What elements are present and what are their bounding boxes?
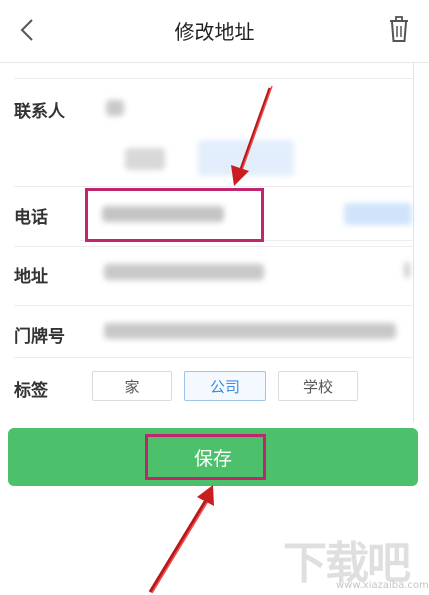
header-bar: 修改地址: [0, 0, 429, 62]
divider: [14, 186, 414, 187]
door-number-value[interactable]: [104, 323, 396, 339]
save-button-label: 保存: [193, 448, 232, 470]
gender-option[interactable]: [125, 148, 165, 170]
divider: [413, 62, 414, 422]
contact-label: 联系人: [14, 102, 65, 122]
phone-value[interactable]: [102, 206, 224, 222]
trash-icon[interactable]: [384, 13, 414, 45]
arrow-up-icon: [148, 485, 214, 594]
door-number-label: 门牌号: [14, 327, 65, 347]
divider: [14, 246, 414, 247]
divider: [14, 78, 414, 79]
divider: [14, 305, 414, 306]
tag-label: 标签: [14, 381, 48, 401]
address-value[interactable]: [104, 264, 264, 280]
watermark-url: www.xiazaiba.com: [336, 580, 429, 591]
annotation-arrows: [148, 85, 273, 594]
page-title: 修改地址: [174, 20, 255, 44]
phone-label: 电话: [14, 208, 48, 228]
chevron-right-icon: [404, 262, 410, 278]
divider: [80, 240, 414, 241]
import-contact-button[interactable]: [344, 203, 412, 225]
divider: [14, 357, 414, 358]
header-divider: [0, 62, 429, 63]
tag-company[interactable]: 公司: [184, 371, 266, 401]
gender-option-selected[interactable]: [198, 140, 294, 176]
tag-home[interactable]: 家: [92, 371, 172, 401]
tag-school[interactable]: 学校: [278, 371, 358, 401]
save-button[interactable]: 保存: [8, 428, 418, 486]
contact-name-value[interactable]: [106, 100, 124, 116]
address-label: 地址: [14, 267, 48, 287]
